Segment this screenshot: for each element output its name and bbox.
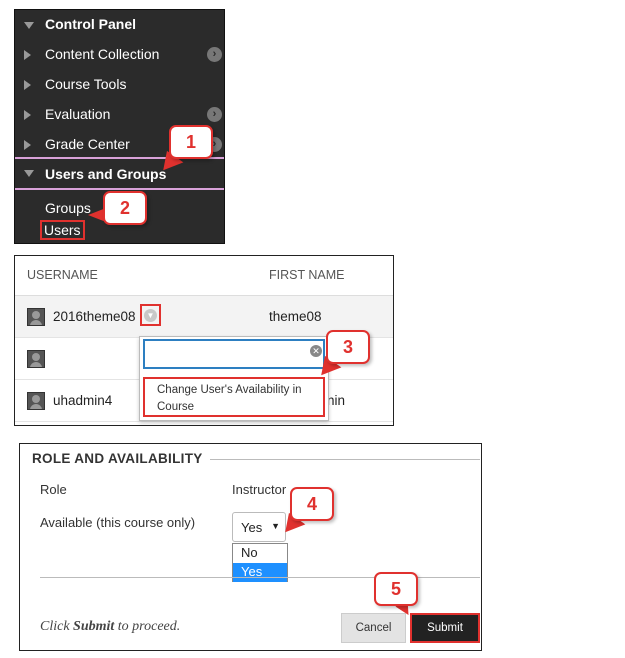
expand-right-icon [24,50,31,60]
callout-3: 3 [326,330,370,364]
avatar-icon [27,392,45,410]
table-header: USERNAME FIRST NAME [15,256,393,296]
callout-1: 1 [169,125,213,159]
expand-right-icon [24,110,31,120]
menu-item-change-availability[interactable]: Change User's Availability in Course [143,377,325,417]
section-title: ROLE AND AVAILABILITY [32,451,203,466]
option-no[interactable]: No [233,544,287,563]
row-menu-button[interactable]: ▼ [140,304,161,326]
expand-down-icon [24,170,34,177]
expand-right-icon [24,140,31,150]
sub-item-users[interactable]: Users [40,220,85,240]
menu-search-input[interactable] [143,339,325,369]
arrow-circle-icon[interactable]: › [207,107,222,122]
expand-right-icon [24,80,31,90]
divider [210,459,480,460]
callout-5: 5 [374,572,418,606]
role-availability-panel: ROLE AND AVAILABILITY Role Instructor Av… [19,443,482,651]
callout-4: 4 [290,487,334,521]
clear-icon[interactable]: ✕ [310,345,322,357]
first-name-cell: theme08 [269,309,322,324]
sidebar-item-label: Evaluation [45,106,111,122]
sidebar-item-label: Grade Center [45,136,130,152]
sidebar-item-course-tools[interactable]: Course Tools [15,70,224,100]
submit-button[interactable]: Submit [410,613,480,643]
sub-item-groups[interactable]: Groups [45,200,91,216]
hint-bold: Submit [73,619,115,634]
username-cell: 2016theme08 [53,309,136,324]
first-name-cell: nin [327,393,346,408]
avatar-icon [27,350,45,368]
cancel-button[interactable]: Cancel [341,613,406,643]
hint-prefix: Click [40,619,74,634]
sidebar-item-label: Users and Groups [45,166,167,182]
hint-suffix: to proceed. [114,619,181,634]
control-panel-header[interactable]: Control Panel [15,10,224,40]
username-cell: uhadmin4 [53,393,113,408]
chevron-down-icon: ▼ [144,309,157,322]
callout-2: 2 [103,191,147,225]
avatar-icon [27,308,45,326]
control-panel-title: Control Panel [45,16,137,32]
option-yes[interactable]: Yes [233,563,287,582]
sidebar-item-label: Content Collection [45,46,160,62]
column-header-first-name[interactable]: FIRST NAME [269,268,344,282]
column-header-username[interactable]: USERNAME [27,268,98,282]
arrow-circle-icon[interactable]: › [207,47,222,62]
row-context-menu: ✕ Change User's Availability in Course [139,336,329,421]
submit-hint: Click Submit to proceed. [40,619,180,635]
sidebar-item-label: Course Tools [45,76,127,92]
sidebar-item-users-and-groups[interactable]: Users and Groups [15,157,224,190]
role-value: Instructor [232,482,287,497]
expand-down-icon [24,22,34,29]
availability-selected-value: Yes [241,520,263,535]
role-label: Role [40,482,67,497]
available-label: Available (this course only) [40,515,196,530]
sidebar-item-content-collection[interactable]: Content Collection › [15,40,224,70]
